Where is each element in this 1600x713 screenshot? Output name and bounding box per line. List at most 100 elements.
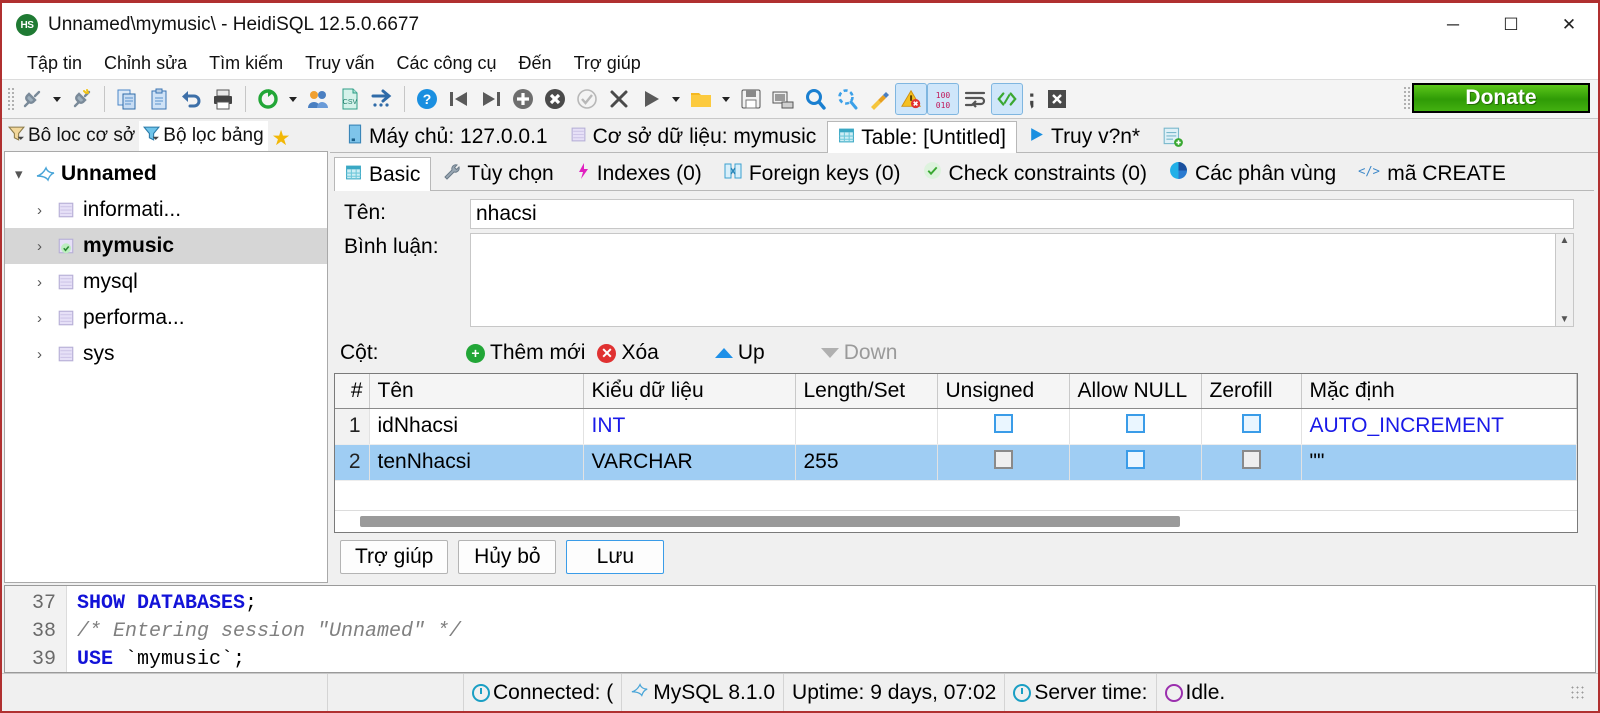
tab-basic[interactable]: Basic xyxy=(334,157,432,191)
toolbar-grip[interactable] xyxy=(6,86,14,112)
donate-grip[interactable] xyxy=(1402,85,1410,111)
tab-check-constraints[interactable]: Check constraints (0) xyxy=(911,156,1158,190)
tab-create-code[interactable]: </> mã CREATE xyxy=(1347,156,1517,190)
tree-node-performance-schema[interactable]: › performa... xyxy=(5,300,327,336)
column-header-unsigned[interactable]: Unsigned xyxy=(937,374,1070,409)
cell-default[interactable]: AUTO_INCREMENT xyxy=(1301,408,1577,445)
word-wrap-icon[interactable] xyxy=(959,83,991,115)
open-file-icon[interactable] xyxy=(685,83,717,115)
cell-default[interactable]: "" xyxy=(1301,444,1577,481)
help-icon[interactable]: ? xyxy=(411,83,443,115)
open-dropdown-icon[interactable] xyxy=(717,83,735,115)
column-header-default[interactable]: Mặc định xyxy=(1301,374,1577,409)
close-tab-icon[interactable] xyxy=(1041,83,1073,115)
import-icon[interactable] xyxy=(366,83,398,115)
scrollbar-thumb[interactable] xyxy=(360,516,1180,527)
sql-log-text[interactable]: SHOW DATABASES; /* Entering session "Unn… xyxy=(67,586,1595,672)
refresh-dropdown-icon[interactable] xyxy=(284,83,302,115)
delete-row-icon[interactable] xyxy=(539,83,571,115)
scroll-down-icon[interactable]: ▼ xyxy=(1560,313,1570,326)
tab-query[interactable]: Truy v?n* xyxy=(1017,120,1152,152)
zerofill-checkbox[interactable] xyxy=(1241,413,1261,433)
unsigned-checkbox[interactable] xyxy=(993,413,1013,433)
print-icon[interactable] xyxy=(207,83,239,115)
column-header-allow-null[interactable]: Allow NULL xyxy=(1069,374,1202,409)
maximize-button[interactable]: ☐ xyxy=(1482,3,1540,47)
cell-column-name[interactable]: tenNhacsi xyxy=(369,444,584,481)
tab-database[interactable]: Cơ sở dữ liệu: mymusic xyxy=(558,120,828,152)
menu-goto[interactable]: Đến xyxy=(508,51,563,76)
tree-node-information-schema[interactable]: › informati... xyxy=(5,192,327,228)
close-button[interactable]: ✕ xyxy=(1540,3,1598,47)
execute-dropdown-icon[interactable] xyxy=(667,83,685,115)
connect-dropdown-icon[interactable] xyxy=(48,83,66,115)
scroll-up-icon[interactable]: ▲ xyxy=(1560,234,1570,247)
tab-table-filter[interactable]: Bộ lọc bảng xyxy=(139,121,268,151)
menu-search[interactable]: Tìm kiếm xyxy=(198,51,294,76)
donate-button[interactable]: Donate xyxy=(1412,83,1590,113)
menu-query[interactable]: Truy vấn xyxy=(294,51,385,76)
post-changes-icon[interactable] xyxy=(571,83,603,115)
column-header-name[interactable]: Tên xyxy=(369,374,584,409)
chevron-right-icon[interactable]: › xyxy=(37,202,57,219)
tree-node-sys[interactable]: › sys xyxy=(5,336,327,372)
tab-foreign-keys[interactable]: Foreign keys (0) xyxy=(712,156,912,190)
table-row[interactable]: 1 idNhacsi INT AUTO_INCREMENT xyxy=(335,408,1577,445)
columns-grid[interactable]: # Tên Kiểu dữ liệu Length/Set Unsigned A… xyxy=(334,373,1578,533)
disconnect-icon[interactable] xyxy=(66,83,98,115)
cell-allow-null[interactable] xyxy=(1069,444,1202,481)
tab-options[interactable]: Tùy chọn xyxy=(431,156,565,190)
copy-icon[interactable] xyxy=(111,83,143,115)
cell-datatype[interactable]: INT xyxy=(583,408,796,445)
stop-on-errors-icon[interactable] xyxy=(895,83,927,115)
sql-log-panel[interactable]: 37 38 39 SHOW DATABASES; /* Entering ses… xyxy=(4,585,1596,673)
chevron-right-icon[interactable]: › xyxy=(37,346,57,363)
binary-view-icon[interactable]: 100 010 xyxy=(927,83,959,115)
grid-horizontal-scrollbar[interactable] xyxy=(335,510,1577,532)
new-query-icon[interactable] xyxy=(1151,120,1196,152)
move-up-button[interactable]: Up xyxy=(713,341,775,365)
cell-unsigned[interactable] xyxy=(937,408,1070,445)
comment-scrollbar[interactable]: ▲ ▼ xyxy=(1556,233,1574,327)
find-replace-icon[interactable] xyxy=(831,83,863,115)
refresh-icon[interactable] xyxy=(252,83,284,115)
chevron-right-icon[interactable]: › xyxy=(37,274,57,291)
minimize-button[interactable]: ─ xyxy=(1424,3,1482,47)
tab-host[interactable]: Máy chủ: 127.0.0.1 xyxy=(336,120,559,152)
users-icon[interactable] xyxy=(302,83,334,115)
connect-icon[interactable] xyxy=(16,83,48,115)
column-header-num[interactable]: # xyxy=(335,374,370,409)
help-button[interactable]: Trợ giúp xyxy=(340,540,449,574)
tab-table[interactable]: Table: [Untitled] xyxy=(827,121,1018,153)
column-header-zerofill[interactable]: Zerofill xyxy=(1201,374,1302,409)
format-sql-icon[interactable] xyxy=(863,83,895,115)
menu-tools[interactable]: Các công cụ xyxy=(385,51,507,76)
cancel-changes-icon[interactable] xyxy=(603,83,635,115)
move-down-button[interactable]: Down xyxy=(819,341,908,365)
save-button[interactable]: Lưu xyxy=(566,540,665,574)
column-header-datatype[interactable]: Kiểu dữ liệu xyxy=(583,374,796,409)
tab-database-filter[interactable]: Bô loc cơ sở xyxy=(4,121,140,151)
paste-icon[interactable] xyxy=(143,83,175,115)
add-column-button[interactable]: + Thêm mới xyxy=(464,341,595,365)
execute-query-icon[interactable] xyxy=(635,83,667,115)
save-snippet-icon[interactable] xyxy=(767,83,799,115)
cell-allow-null[interactable] xyxy=(1069,408,1202,445)
delimiter-icon[interactable] xyxy=(1023,83,1041,115)
column-header-length[interactable]: Length/Set xyxy=(795,374,938,409)
cell-zerofill[interactable] xyxy=(1201,444,1302,481)
cancel-button[interactable]: Hủy bỏ xyxy=(458,540,557,574)
undo-icon[interactable] xyxy=(175,83,207,115)
cell-length[interactable]: 255 xyxy=(795,444,938,481)
insert-row-icon[interactable] xyxy=(507,83,539,115)
table-row[interactable]: 2 tenNhacsi VARCHAR 255 "" xyxy=(335,444,1577,481)
chevron-right-icon[interactable]: › xyxy=(37,238,57,255)
menu-help[interactable]: Trợ giúp xyxy=(563,51,652,76)
tree-node-mymusic[interactable]: › mymusic xyxy=(5,228,327,264)
table-name-input[interactable] xyxy=(470,199,1574,229)
tab-partitions[interactable]: Các phân vùng xyxy=(1157,156,1348,190)
tab-indexes[interactable]: Indexes (0) xyxy=(564,156,713,190)
window-resize-grip[interactable] xyxy=(1570,684,1586,701)
syntax-check-icon[interactable] xyxy=(991,83,1023,115)
last-row-icon[interactable] xyxy=(475,83,507,115)
